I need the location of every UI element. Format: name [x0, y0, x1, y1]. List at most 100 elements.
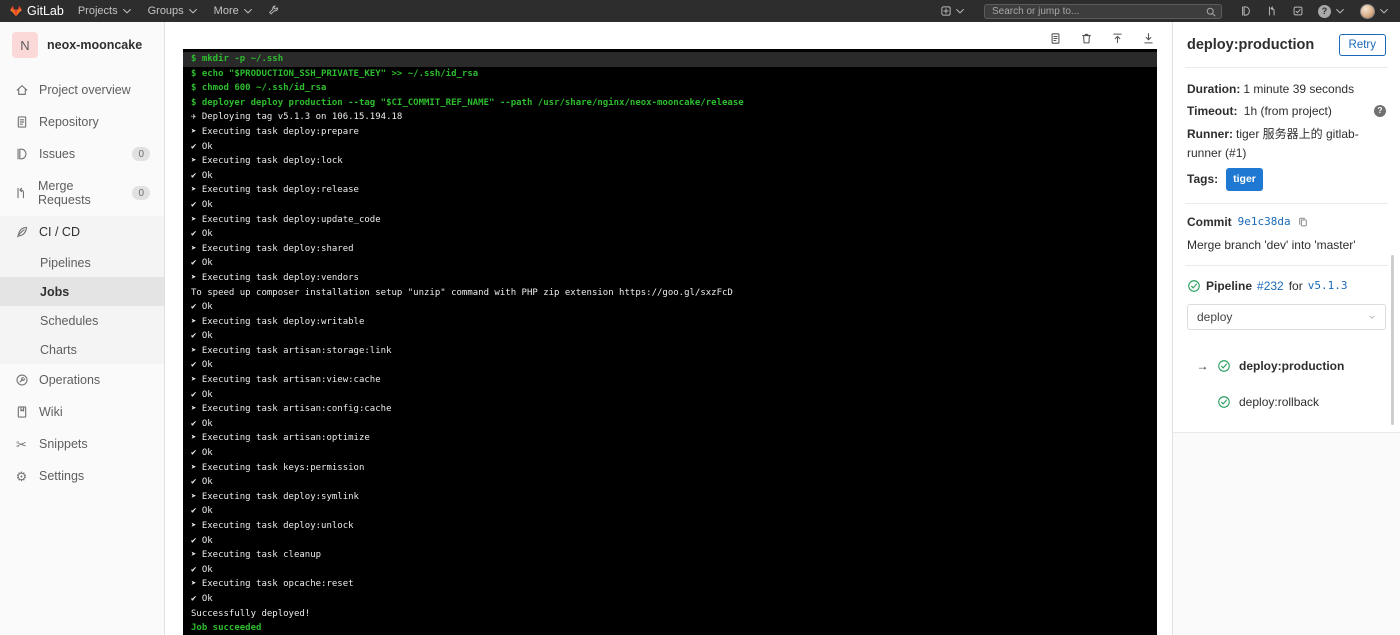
issues-icon [14, 147, 29, 161]
log-line: ✔ Ok [191, 477, 213, 488]
chevron-down-icon [1334, 5, 1346, 17]
nav-menu-projects[interactable]: Projects [78, 5, 133, 17]
log-line: ✔ Ok [191, 448, 213, 459]
raw-file-icon[interactable] [1049, 32, 1062, 45]
search-box [984, 3, 1222, 19]
timeout-value: 1h (from project) [1243, 104, 1332, 119]
sidebar-item-project-overview[interactable]: Project overview [0, 74, 164, 106]
user-menu[interactable] [1360, 3, 1390, 19]
pipeline-connector: for [1288, 278, 1303, 293]
job-sidebar: deploy:production Retry Duration: 1 minu… [1172, 22, 1400, 635]
stage-dropdown[interactable]: deploy [1187, 303, 1386, 330]
pipeline-job-deploy-production[interactable]: → deploy:production [1187, 348, 1386, 384]
sidebar-item-label: CI / CD [39, 225, 80, 239]
panel-filler [1173, 431, 1400, 635]
copy-commit-icon[interactable] [1297, 216, 1309, 228]
retry-button[interactable]: Retry [1338, 34, 1386, 56]
log-line: ➤ Executing task artisan:optimize [191, 433, 370, 444]
job-passed-icon [1217, 395, 1231, 409]
project-name: neox-mooncake [47, 38, 143, 52]
log-line: Job succeeded [191, 623, 262, 634]
merge-requests-nav-icon[interactable] [1266, 5, 1278, 17]
job-name: deploy:rollback [1239, 394, 1320, 409]
log-line: ✔ Ok [191, 360, 213, 371]
sidebar-item-merge-requests[interactable]: Merge Requests 0 [0, 170, 164, 216]
job-log[interactable]: $ mkdir -p ~/.ssh $ echo "$PRODUCTION_SSH… [183, 49, 1157, 635]
new-menu-button[interactable] [940, 5, 966, 17]
log-line: ✔ Ok [191, 170, 213, 181]
project-avatar: N [12, 32, 38, 58]
settings-icon: ⚙ [15, 468, 28, 484]
pipeline-jobs-list: → deploy:production deploy:rollback [1187, 348, 1386, 420]
todos-nav-icon[interactable] [1292, 5, 1304, 17]
sidebar-item-ci-cd[interactable]: CI / CD [0, 216, 164, 248]
document-icon [14, 115, 29, 129]
pipeline-ref-link[interactable]: v5.1.3 [1308, 279, 1348, 292]
job-details: Duration: 1 minute 39 seconds Timeout: 1… [1173, 68, 1400, 203]
sidebar-subitem-label: Schedules [40, 313, 99, 328]
log-line: ➤ Executing task opcache:reset [191, 579, 354, 590]
nav-menu-label: Projects [77, 5, 118, 17]
log-line: ➤ Executing task deploy:update_code [191, 214, 381, 225]
search-input[interactable] [984, 3, 1222, 19]
pipeline-id-link[interactable]: #232 [1257, 279, 1284, 293]
commit-block: Commit 9e1c38da Merge branch 'dev' into … [1173, 204, 1400, 265]
log-line: ✔ Ok [191, 302, 213, 313]
gitlab-home-link[interactable]: GitLab [10, 4, 64, 18]
log-line: ➤ Executing task deploy:unlock [191, 521, 354, 531]
log-line: ✈ Deploying tag v5.1.3 on 106.15.194.18 [191, 112, 403, 123]
sidebar-item-label: Merge Requests [38, 179, 91, 207]
chevron-down-icon [954, 5, 966, 17]
sidebar-item-settings[interactable]: ⚙ Settings [0, 460, 164, 492]
avatar [1360, 3, 1375, 19]
sidebar-item-repository[interactable]: Repository [0, 106, 164, 138]
nav-menus: Projects Groups More [78, 5, 254, 17]
log-line: ✔ Ok [191, 141, 213, 152]
stage-value: deploy [1197, 309, 1233, 324]
sidebar-item-wiki[interactable]: Wiki [0, 396, 164, 428]
sidebar-subitem-schedules[interactable]: Schedules [0, 306, 164, 335]
help-icon: ? [1318, 4, 1331, 18]
sidebar-subitem-label: Charts [40, 342, 77, 357]
erase-log-icon[interactable] [1080, 32, 1093, 45]
nav-menu-more[interactable]: More [214, 5, 254, 17]
top-navbar: GitLab Projects Groups More ? [0, 0, 1400, 22]
sidebar-item-snippets[interactable]: ✂ Snippets [0, 428, 164, 460]
pipeline-passed-icon [1187, 279, 1201, 293]
sidebar-subitem-jobs[interactable]: Jobs [0, 277, 164, 306]
log-line: ➤ Executing task deploy:symlink [191, 491, 359, 502]
sidebar-item-label: Wiki [39, 405, 63, 419]
project-header[interactable]: N neox-mooncake [0, 22, 164, 70]
sidebar-item-operations[interactable]: Operations [0, 364, 164, 396]
pipeline-job-deploy-rollback[interactable]: deploy:rollback [1187, 384, 1386, 420]
log-line: ✔ Ok [191, 564, 213, 575]
log-line: ✔ Ok [191, 199, 213, 210]
log-line: ➤ Executing task deploy:writable [191, 316, 365, 327]
sidebar-item-issues[interactable]: Issues 0 [0, 138, 164, 170]
log-line: ✔ Ok [191, 389, 213, 400]
issues-nav-icon[interactable] [1240, 5, 1252, 17]
admin-wrench-icon[interactable] [268, 5, 280, 17]
sidebar-item-label: Issues [39, 147, 76, 161]
log-line: ➤ Executing task deploy:shared [191, 243, 354, 254]
log-line: $ echo "$PRODUCTION_SSH_PRIVATE_KEY" >> … [191, 68, 479, 79]
pipeline-label: Pipeline [1206, 278, 1253, 293]
log-line: ✔ Ok [191, 258, 213, 269]
nav-menu-groups[interactable]: Groups [148, 5, 199, 17]
log-line: ✔ Ok [191, 229, 213, 240]
sidebar-subitem-pipelines[interactable]: Pipelines [0, 248, 164, 277]
sidebar-subitem-charts[interactable]: Charts [0, 335, 164, 364]
commit-hash-link[interactable]: 9e1c38da [1238, 215, 1291, 228]
page-scrollbar[interactable] [1391, 255, 1394, 425]
log-line: $ chmod 600 ~/.ssh/id_rsa [191, 83, 327, 94]
timeout-help-icon[interactable]: ? [1374, 105, 1386, 118]
sidebar-item-label: Settings [39, 469, 85, 483]
log-line: ➤ Executing task artisan:config:cache [191, 404, 392, 415]
scroll-top-icon[interactable] [1111, 32, 1124, 45]
help-menu[interactable]: ? [1318, 4, 1346, 18]
log-line: ➤ Executing task keys:permission [191, 462, 365, 473]
scroll-bottom-icon[interactable] [1142, 32, 1155, 45]
log-line: To speed up composer installation setup … [191, 287, 733, 298]
job-main: $ mkdir -p ~/.ssh $ echo "$PRODUCTION_SSH… [165, 22, 1172, 635]
sidebar-nav: Project overview Repository Issues 0 Merge R… [0, 74, 164, 492]
